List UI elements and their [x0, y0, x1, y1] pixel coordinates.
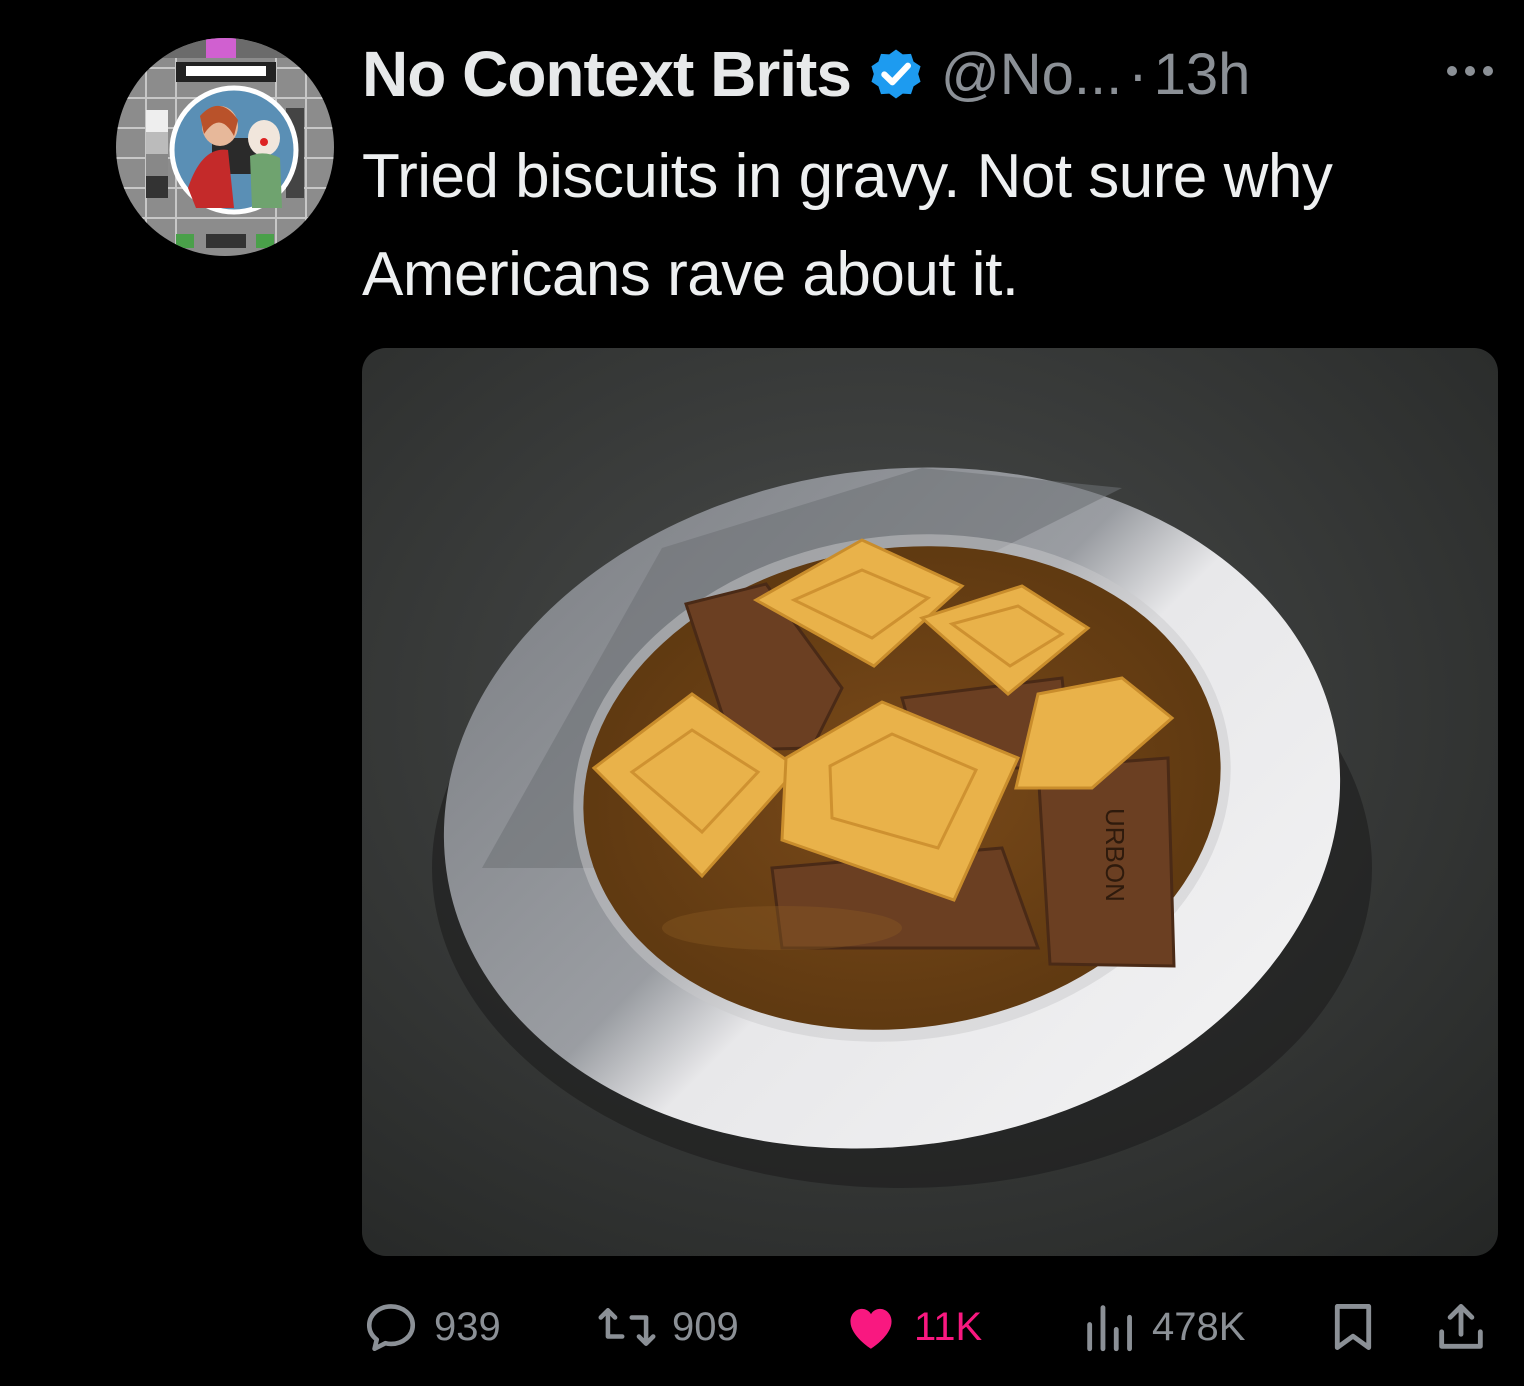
tweet: No Context Brits @No... · 13h Tried bisc…: [0, 0, 1524, 1386]
bookmark-button[interactable]: [1324, 1292, 1382, 1362]
reply-icon: [366, 1304, 416, 1352]
views-button[interactable]: 478K: [1080, 1292, 1245, 1362]
display-name[interactable]: No Context Brits: [362, 37, 852, 111]
heart-icon: [850, 1308, 892, 1349]
avatar[interactable]: [116, 38, 334, 256]
retweet-icon: [598, 1308, 656, 1346]
retweet-count: 909: [672, 1304, 739, 1349]
tweet-media[interactable]: URBON: [362, 348, 1498, 1256]
tweet-header: No Context Brits @No... · 13h: [362, 34, 1250, 114]
bookmark-icon: [1334, 1304, 1372, 1350]
like-count: 11K: [914, 1304, 983, 1349]
views-icon: [1087, 1305, 1132, 1352]
reply-count: 939: [434, 1304, 501, 1349]
test-card-avatar-image: [116, 38, 334, 256]
timestamp[interactable]: 13h: [1154, 41, 1251, 108]
more-options-icon[interactable]: [1442, 56, 1498, 86]
share-icon: [1439, 1304, 1483, 1349]
tweet-text: Tried biscuits in gravy. Not sure why Am…: [362, 142, 1333, 309]
separator-dot: ·: [1128, 41, 1148, 107]
user-handle[interactable]: @No...: [941, 41, 1122, 108]
like-button[interactable]: 11K: [842, 1292, 982, 1362]
action-bar: 939 909 11K 478K: [362, 1292, 1502, 1362]
verified-badge-icon: [871, 49, 921, 99]
biscuit-stamp-text: URBON: [1100, 808, 1130, 902]
reply-button[interactable]: 939: [362, 1292, 501, 1362]
views-count: 478K: [1152, 1304, 1246, 1349]
retweet-button[interactable]: 909: [596, 1292, 739, 1362]
biscuits-in-gravy-photo: URBON: [362, 348, 1498, 1256]
share-button[interactable]: [1432, 1292, 1490, 1362]
